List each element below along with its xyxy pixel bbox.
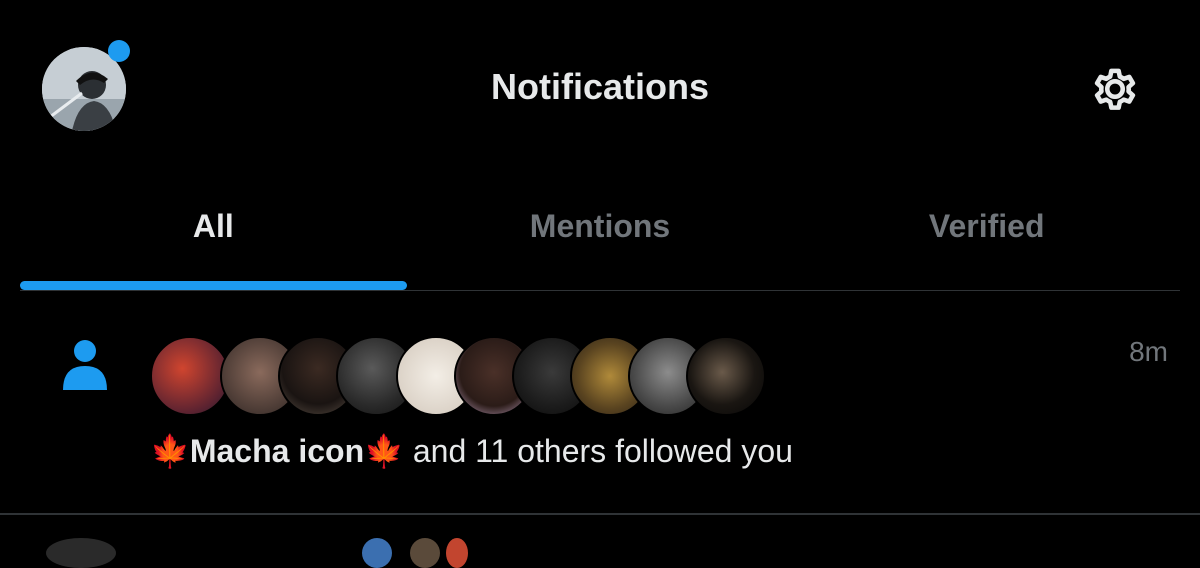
tab-all-label: All — [192, 208, 234, 244]
follower-avatars — [150, 336, 770, 416]
list-divider — [0, 513, 1200, 515]
tab-verified[interactable]: Verified — [793, 190, 1180, 290]
person-icon — [60, 338, 110, 392]
next-notification-item[interactable] — [0, 530, 1200, 568]
unread-badge — [108, 40, 130, 62]
follower-avatar[interactable] — [686, 336, 766, 416]
gear-icon — [1094, 68, 1136, 110]
next-avatar — [46, 538, 116, 568]
tab-bar: All Mentions Verified — [20, 190, 1180, 290]
leaf-icon: 🍁 — [364, 433, 404, 469]
follower-avatar[interactable] — [150, 336, 230, 416]
tab-divider — [20, 290, 1180, 291]
settings-button[interactable] — [1086, 60, 1144, 118]
tab-mentions[interactable]: Mentions — [407, 190, 794, 290]
tab-all[interactable]: All — [20, 190, 407, 290]
tab-verified-label: Verified — [928, 208, 1045, 244]
next-avatar — [446, 538, 468, 568]
notification-time: 8m — [1129, 336, 1168, 367]
next-avatar — [362, 538, 392, 568]
notification-message: and 11 others followed you — [403, 433, 793, 469]
page-title: Notifications — [490, 66, 709, 107]
tab-mentions-label: Mentions — [529, 208, 671, 244]
notification-text: 🍁Macha icon🍁 and 11 others followed you — [150, 432, 793, 470]
top-bar: Notifications — [0, 0, 1200, 180]
leaf-icon: 🍁 — [150, 433, 190, 469]
follower-name[interactable]: Macha icon — [190, 433, 364, 469]
next-avatar — [410, 538, 440, 568]
active-tab-indicator — [20, 281, 407, 290]
